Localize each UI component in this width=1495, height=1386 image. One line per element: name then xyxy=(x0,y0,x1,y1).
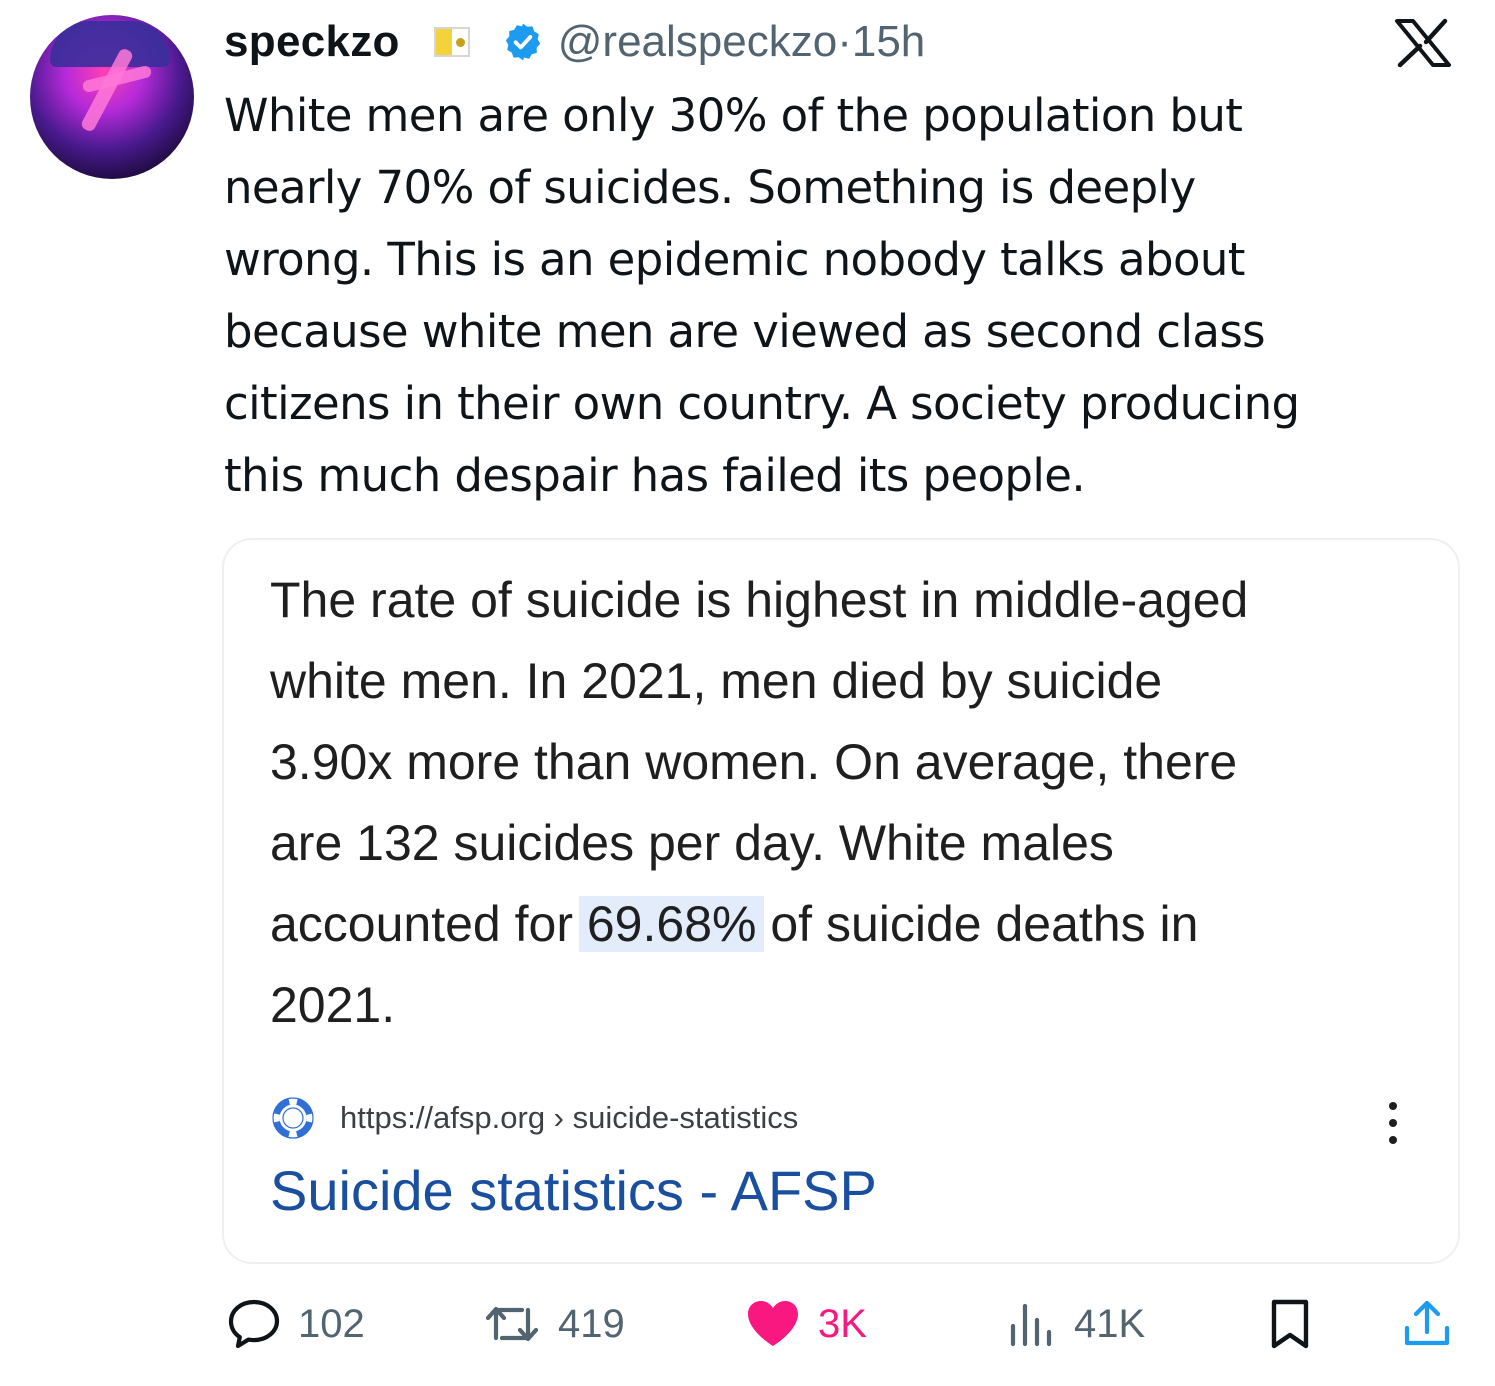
x-logo-icon xyxy=(1395,18,1451,68)
tweet-header: speckzo @realspeckzo·15h xyxy=(224,14,925,70)
handle[interactable]: @realspeckzo·15h xyxy=(558,17,926,67)
timestamp[interactable]: 15h xyxy=(852,17,925,66)
afsp-lifebuoy-icon xyxy=(272,1097,314,1139)
snippet-line: are 132 suicides per day. White males xyxy=(270,815,1114,871)
like-count: 3K xyxy=(818,1301,867,1346)
snippet-line: white men. In 2021, men died by suicide xyxy=(270,653,1163,709)
highlighted-stat: 69.68% xyxy=(578,896,765,952)
tweet-line: nearly 70% of suicides. Something is dee… xyxy=(224,161,1196,214)
more-vertical-icon[interactable] xyxy=(1386,1102,1400,1144)
reply-icon xyxy=(228,1299,280,1349)
source-row[interactable]: https://afsp.org › suicide-statistics xyxy=(272,1096,798,1140)
separator: · xyxy=(837,17,852,66)
repost-button[interactable]: 419 xyxy=(482,1294,625,1354)
repost-icon xyxy=(485,1306,539,1342)
snippet-line: 2021. xyxy=(270,977,396,1033)
share-icon xyxy=(1404,1300,1450,1346)
snippet-line: accounted for 69.68% of suicide deaths i… xyxy=(270,896,1199,952)
repost-count: 419 xyxy=(558,1301,625,1346)
views-button[interactable]: 41K xyxy=(1004,1294,1145,1354)
view-count: 41K xyxy=(1074,1301,1146,1346)
tweet-line: wrong. This is an epidemic nobody talks … xyxy=(224,233,1245,286)
tweet-line: because white men are viewed as second c… xyxy=(224,305,1266,358)
verified-badge-icon[interactable] xyxy=(502,21,544,63)
snippet-line: The rate of suicide is highest in middle… xyxy=(270,572,1249,628)
like-icon xyxy=(748,1301,798,1346)
action-bar: 102 419 3K 41K xyxy=(0,1294,1495,1354)
source-title-link[interactable]: Suicide statistics - AFSP xyxy=(270,1158,877,1223)
embedded-image-card[interactable]: The rate of suicide is highest in middle… xyxy=(222,538,1460,1264)
like-button[interactable]: 3K xyxy=(744,1294,867,1354)
tweet-line: White men are only 30% of the population… xyxy=(224,89,1243,142)
source-url[interactable]: https://afsp.org › suicide-statistics xyxy=(340,1100,798,1136)
reply-button[interactable]: 102 xyxy=(226,1294,365,1354)
vatican-flag-icon xyxy=(433,27,470,57)
display-name[interactable]: speckzo xyxy=(224,17,400,67)
avatar[interactable] xyxy=(30,15,194,179)
views-icon xyxy=(1010,1303,1052,1347)
tweet-line: this much despair has failed its people. xyxy=(224,449,1086,502)
reply-count: 102 xyxy=(298,1301,365,1346)
tweet-text: White men are only 30% of the population… xyxy=(224,80,1464,512)
avatar-cap xyxy=(50,21,170,67)
bookmark-icon xyxy=(1271,1299,1309,1349)
search-snippet: The rate of suicide is highest in middle… xyxy=(270,560,1440,1046)
bookmark-button[interactable] xyxy=(1266,1294,1314,1354)
snippet-line: 3.90x more than women. On average, there xyxy=(270,734,1238,790)
share-button[interactable] xyxy=(1400,1294,1454,1354)
tweet-line: citizens in their own country. A society… xyxy=(224,377,1300,430)
